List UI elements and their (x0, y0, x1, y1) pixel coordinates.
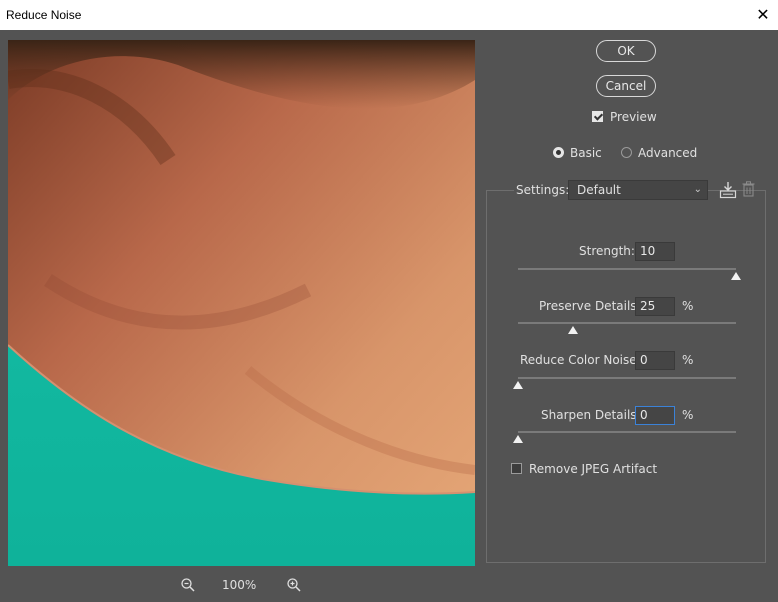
settings-select[interactable]: Default ⌄ (568, 180, 708, 200)
preserve-details-unit: % (682, 299, 694, 313)
ok-button[interactable]: OK (596, 40, 656, 62)
close-icon[interactable]: ✕ (748, 0, 778, 30)
strength-slider-track[interactable] (518, 268, 736, 270)
preserve-details-slider-thumb[interactable] (568, 326, 578, 334)
window-title: Reduce Noise (6, 8, 82, 22)
preview-checkbox[interactable] (592, 111, 603, 122)
remove-jpeg-artifact-checkbox[interactable] (511, 463, 522, 474)
basic-radio[interactable] (553, 147, 564, 158)
preview-label: Preview (610, 110, 657, 124)
sharpen-details-slider-thumb[interactable] (513, 435, 523, 443)
zoom-out-icon[interactable] (180, 576, 196, 594)
preserve-details-field[interactable]: 25 (635, 297, 675, 316)
settings-value: Default (577, 183, 621, 197)
advanced-radio[interactable] (621, 147, 632, 158)
remove-jpeg-artifact-label: Remove JPEG Artifact (529, 462, 658, 476)
sharpen-details-unit: % (682, 408, 694, 422)
strength-label: Strength: (579, 244, 635, 258)
advanced-label: Advanced (638, 146, 698, 160)
sharpen-details-slider-track[interactable] (518, 431, 736, 433)
reduce-color-noise-field[interactable]: 0 (635, 351, 675, 370)
preserve-details-slider-track[interactable] (518, 322, 736, 324)
cancel-button[interactable]: Cancel (596, 75, 656, 97)
title-bar: Reduce Noise ✕ (0, 0, 778, 30)
reduce-color-noise-slider-thumb[interactable] (513, 381, 523, 389)
reduce-color-noise-label: Reduce Color Noise: (520, 353, 641, 367)
zoom-in-icon[interactable] (286, 576, 302, 594)
chevron-down-icon: ⌄ (693, 184, 702, 195)
strength-slider-thumb[interactable] (731, 272, 741, 280)
reduce-color-noise-slider-track[interactable] (518, 377, 736, 379)
preserve-details-label: Preserve Details: (539, 299, 641, 313)
zoom-level: 100% (222, 578, 257, 592)
strength-field[interactable]: 10 (635, 242, 675, 261)
reduce-color-noise-unit: % (682, 353, 694, 367)
trash-icon[interactable] (742, 181, 755, 200)
preview-image[interactable] (8, 40, 475, 566)
settings-label: Settings: (514, 183, 572, 197)
basic-label: Basic (570, 146, 602, 160)
save-settings-icon[interactable] (719, 181, 737, 202)
sharpen-details-field[interactable]: 0 (635, 406, 675, 425)
sharpen-details-label: Sharpen Details: (541, 408, 641, 422)
